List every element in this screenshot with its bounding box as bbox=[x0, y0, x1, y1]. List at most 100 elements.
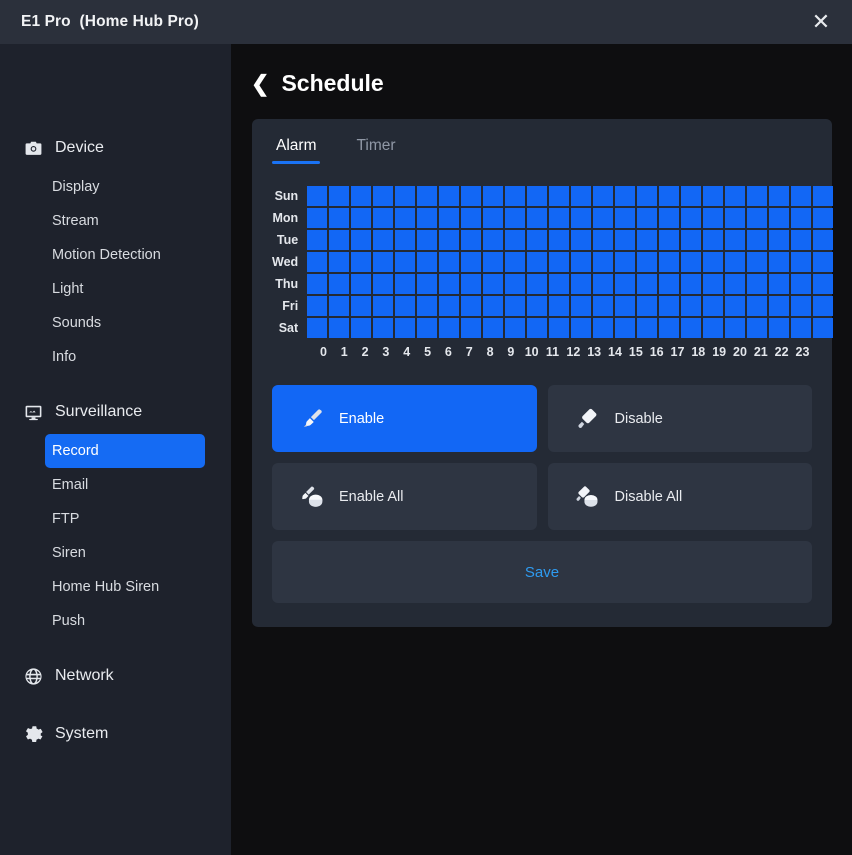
schedule-cell[interactable] bbox=[461, 186, 482, 206]
schedule-cell[interactable] bbox=[351, 208, 372, 228]
schedule-cell[interactable] bbox=[417, 274, 438, 294]
schedule-cell[interactable] bbox=[417, 230, 438, 250]
schedule-cell[interactable] bbox=[637, 252, 658, 272]
schedule-cell[interactable] bbox=[329, 318, 350, 338]
schedule-cell[interactable] bbox=[659, 274, 680, 294]
schedule-cell[interactable] bbox=[791, 296, 812, 316]
schedule-cell[interactable] bbox=[505, 318, 526, 338]
schedule-cell[interactable] bbox=[527, 230, 548, 250]
schedule-cell[interactable] bbox=[549, 296, 570, 316]
sidebar-group-network[interactable]: Network bbox=[0, 656, 231, 696]
schedule-cell[interactable] bbox=[813, 296, 834, 316]
schedule-cell[interactable] bbox=[417, 318, 438, 338]
schedule-cell[interactable] bbox=[725, 252, 746, 272]
schedule-cell[interactable] bbox=[527, 274, 548, 294]
schedule-cell[interactable] bbox=[307, 186, 328, 206]
sidebar-item-siren[interactable]: Siren bbox=[45, 536, 205, 570]
schedule-cell[interactable] bbox=[813, 252, 834, 272]
sidebar-item-motion-detection[interactable]: Motion Detection bbox=[45, 238, 205, 272]
schedule-cell[interactable] bbox=[373, 208, 394, 228]
schedule-cell[interactable] bbox=[681, 186, 702, 206]
sidebar-item-record[interactable]: Record bbox=[45, 434, 205, 468]
sidebar-item-light[interactable]: Light bbox=[45, 272, 205, 306]
schedule-cell[interactable] bbox=[505, 186, 526, 206]
schedule-cell[interactable] bbox=[527, 208, 548, 228]
schedule-cell[interactable] bbox=[505, 252, 526, 272]
schedule-cell[interactable] bbox=[505, 274, 526, 294]
schedule-cell[interactable] bbox=[637, 186, 658, 206]
schedule-cell[interactable] bbox=[593, 230, 614, 250]
schedule-cell[interactable] bbox=[307, 318, 328, 338]
schedule-cell[interactable] bbox=[769, 252, 790, 272]
schedule-cell[interactable] bbox=[659, 208, 680, 228]
schedule-cell[interactable] bbox=[461, 296, 482, 316]
schedule-cell[interactable] bbox=[637, 230, 658, 250]
schedule-cell[interactable] bbox=[593, 318, 614, 338]
schedule-cell[interactable] bbox=[373, 186, 394, 206]
schedule-cell[interactable] bbox=[593, 208, 614, 228]
schedule-cell[interactable] bbox=[615, 296, 636, 316]
sidebar-item-display[interactable]: Display bbox=[45, 170, 205, 204]
schedule-cell[interactable] bbox=[769, 230, 790, 250]
schedule-cell[interactable] bbox=[483, 274, 504, 294]
schedule-cell[interactable] bbox=[703, 252, 724, 272]
schedule-cell[interactable] bbox=[615, 230, 636, 250]
tab-alarm[interactable]: Alarm bbox=[272, 137, 321, 164]
schedule-cell[interactable] bbox=[593, 252, 614, 272]
schedule-cell[interactable] bbox=[395, 296, 416, 316]
schedule-cell[interactable] bbox=[791, 230, 812, 250]
schedule-cell[interactable] bbox=[351, 252, 372, 272]
schedule-cell[interactable] bbox=[747, 296, 768, 316]
schedule-cell[interactable] bbox=[417, 296, 438, 316]
sidebar-group-device[interactable]: Device bbox=[0, 128, 231, 168]
schedule-cell[interactable] bbox=[439, 318, 460, 338]
schedule-cell[interactable] bbox=[483, 318, 504, 338]
schedule-cell[interactable] bbox=[769, 274, 790, 294]
schedule-cell[interactable] bbox=[681, 230, 702, 250]
schedule-cell[interactable] bbox=[351, 296, 372, 316]
schedule-cell[interactable] bbox=[461, 274, 482, 294]
schedule-cell[interactable] bbox=[373, 252, 394, 272]
schedule-cell[interactable] bbox=[769, 186, 790, 206]
schedule-cell[interactable] bbox=[549, 318, 570, 338]
schedule-cell[interactable] bbox=[549, 274, 570, 294]
schedule-cell[interactable] bbox=[395, 318, 416, 338]
schedule-cell[interactable] bbox=[395, 186, 416, 206]
schedule-cell[interactable] bbox=[571, 208, 592, 228]
schedule-cell[interactable] bbox=[571, 252, 592, 272]
schedule-cell[interactable] bbox=[747, 230, 768, 250]
schedule-cell[interactable] bbox=[659, 230, 680, 250]
schedule-cell[interactable] bbox=[791, 318, 812, 338]
schedule-cell[interactable] bbox=[769, 208, 790, 228]
schedule-cell[interactable] bbox=[527, 252, 548, 272]
schedule-cell[interactable] bbox=[307, 208, 328, 228]
sidebar-item-push[interactable]: Push bbox=[45, 604, 205, 638]
schedule-cell[interactable] bbox=[813, 274, 834, 294]
schedule-cell[interactable] bbox=[329, 252, 350, 272]
schedule-cell[interactable] bbox=[483, 296, 504, 316]
schedule-cell[interactable] bbox=[527, 186, 548, 206]
schedule-cell[interactable] bbox=[571, 296, 592, 316]
schedule-cell[interactable] bbox=[813, 208, 834, 228]
schedule-cell[interactable] bbox=[461, 318, 482, 338]
chevron-left-icon[interactable]: ❮ bbox=[251, 72, 269, 95]
schedule-cell[interactable] bbox=[659, 318, 680, 338]
schedule-cell[interactable] bbox=[659, 186, 680, 206]
schedule-cell[interactable] bbox=[637, 318, 658, 338]
schedule-cell[interactable] bbox=[461, 252, 482, 272]
schedule-cell[interactable] bbox=[659, 252, 680, 272]
schedule-cell[interactable] bbox=[417, 252, 438, 272]
schedule-cell[interactable] bbox=[725, 230, 746, 250]
close-icon[interactable]: ✕ bbox=[804, 5, 838, 39]
schedule-cell[interactable] bbox=[307, 274, 328, 294]
schedule-cell[interactable] bbox=[373, 318, 394, 338]
schedule-cell[interactable] bbox=[747, 274, 768, 294]
schedule-cell[interactable] bbox=[747, 208, 768, 228]
schedule-cell[interactable] bbox=[769, 318, 790, 338]
schedule-cell[interactable] bbox=[637, 208, 658, 228]
schedule-cell[interactable] bbox=[791, 208, 812, 228]
schedule-cell[interactable] bbox=[571, 230, 592, 250]
schedule-cell[interactable] bbox=[813, 186, 834, 206]
schedule-cell[interactable] bbox=[791, 186, 812, 206]
schedule-cell[interactable] bbox=[351, 274, 372, 294]
